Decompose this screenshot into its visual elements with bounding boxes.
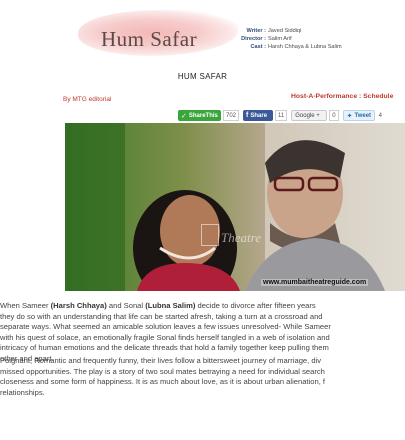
page-header: Hum Safar Writer : Javed Siddiqi Directo…	[0, 0, 405, 64]
google-count: 0	[329, 110, 339, 121]
text-line: they do so with an understanding that li…	[0, 311, 323, 321]
credit-director: Director : Salim Arif	[236, 35, 342, 43]
text-line: intricacy of human emotions and the deli…	[0, 343, 329, 353]
host-performance-link[interactable]: Host-A-Performance : Schedule	[291, 93, 393, 100]
credits-block: Writer : Javed Siddiqi Director : Salim …	[236, 27, 342, 51]
text-line: missed opportunities. The play is a stor…	[0, 366, 325, 376]
tweet-label: Tweet	[354, 112, 372, 119]
facebook-label: Share	[250, 112, 268, 119]
text-line: separate ways. What seemed an amicable s…	[0, 322, 331, 332]
twitter-icon: ✦	[346, 112, 353, 120]
credit-label: Writer :	[246, 28, 266, 34]
text-line: closeness and some form of happiness. It…	[0, 377, 326, 387]
photo-illustration	[65, 123, 405, 291]
google-plus-button[interactable]: Google +	[291, 110, 328, 121]
article-photo: Theatre www.mumbaitheatreguide.com	[65, 123, 405, 291]
article-paragraph-2: Poignant, Romantic and frequently funny,…	[0, 356, 405, 398]
photo-url-text: www.mumbaitheatreguide.com	[261, 279, 369, 286]
credit-value: Harsh Chhaya & Lubna Salim	[268, 44, 342, 50]
credit-value: Javed Siddiqi	[268, 28, 302, 34]
text-segment: When Sameer	[0, 301, 51, 310]
google-label: Google +	[295, 112, 320, 119]
credit-cast: Cast : Harsh Chhaya & Lubna Salim	[236, 43, 342, 51]
sharethis-label: ShareThis	[188, 112, 218, 119]
text-segment: and Sonal	[106, 301, 146, 310]
credit-label: Cast :	[250, 44, 266, 50]
page-title: Hum Safar	[101, 27, 198, 51]
credit-value: Salim Arif	[268, 36, 292, 42]
text-line: When Sameer (Harsh Chhaya) and Sonal (Lu…	[0, 301, 405, 312]
share-icon: ✓	[181, 112, 187, 120]
facebook-icon: f	[246, 112, 249, 119]
tweet-count: 4	[376, 110, 384, 121]
sharethis-button[interactable]: ✓ ShareThis	[178, 110, 221, 121]
actor-name: (Lubna Salim)	[145, 301, 196, 310]
actor-name: (Harsh Chhaya)	[50, 301, 107, 310]
sharethis-count: 702	[223, 110, 240, 121]
credit-writer: Writer : Javed Siddiqi	[236, 27, 342, 35]
text-line: with his quest of solace, an emotionally…	[0, 332, 330, 342]
credit-label: Director :	[241, 36, 266, 42]
facebook-count: 11	[275, 110, 288, 121]
watermark-logo-icon	[201, 224, 219, 246]
photo-watermark: Theatre	[221, 230, 261, 245]
facebook-share-button[interactable]: f Share	[243, 110, 274, 121]
text-line: relationships.	[0, 387, 45, 397]
share-bar: ✓ ShareThis 702 f Share 11 Google + 0 ✦ …	[178, 109, 388, 122]
tweet-button[interactable]: ✦ Tweet	[342, 110, 375, 121]
byline-link[interactable]: By MTG editorial	[63, 96, 111, 103]
text-segment: decide to divorce after fifteen years	[195, 301, 316, 310]
text-line: Poignant, Romantic and frequently funny,…	[0, 356, 322, 365]
article-heading: HUM SAFAR	[177, 72, 228, 81]
